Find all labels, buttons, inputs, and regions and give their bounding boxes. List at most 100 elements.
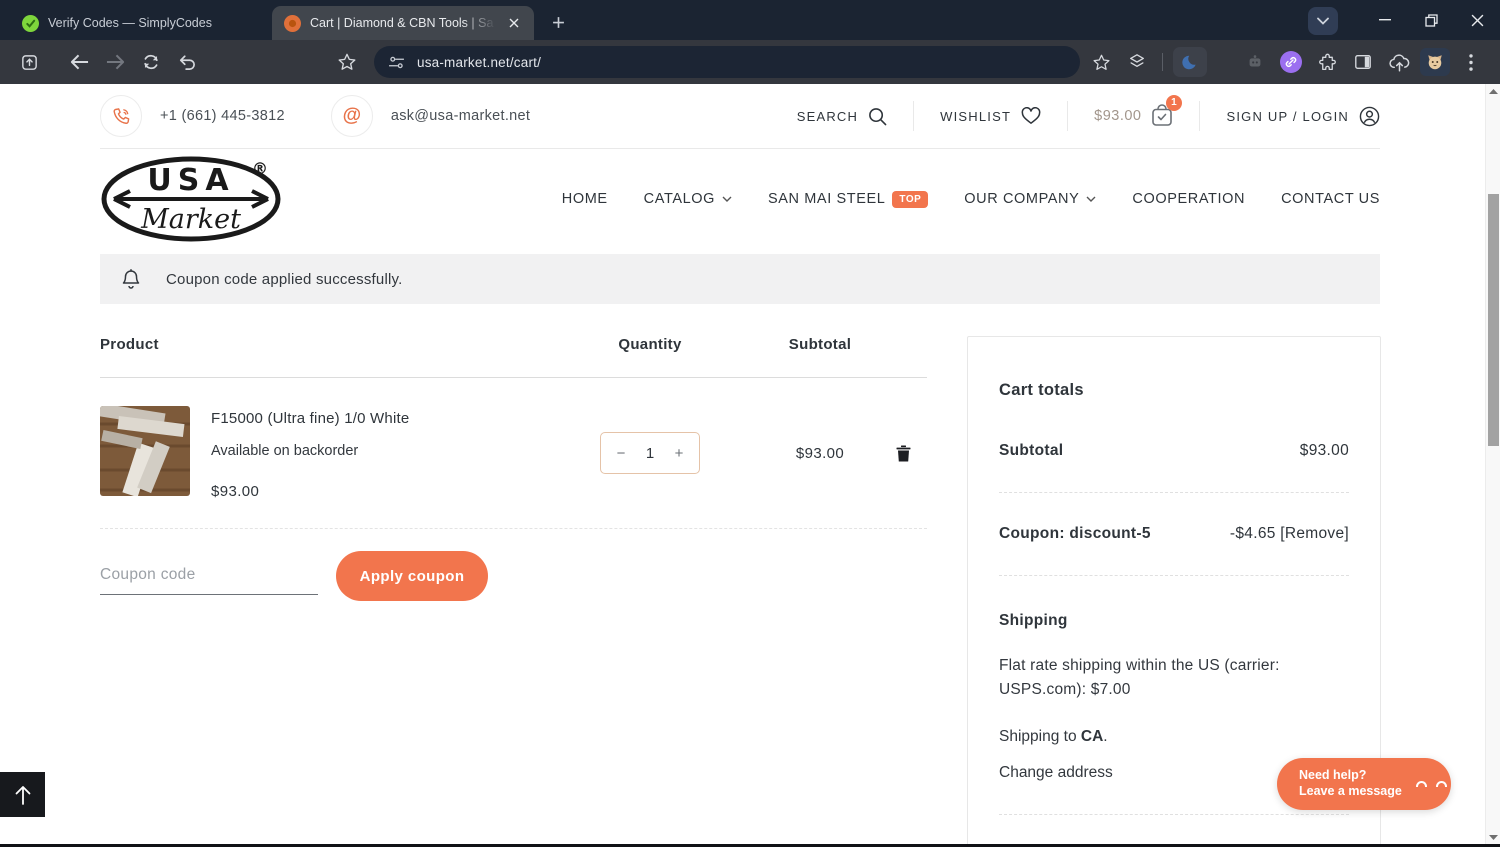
link-extension-icon[interactable] — [1276, 47, 1306, 77]
minicart-button[interactable]: $93.00 1 — [1068, 94, 1199, 130]
cloud-upload-icon[interactable] — [1384, 47, 1414, 77]
nav-cooperation[interactable]: COOPERATION — [1132, 191, 1245, 207]
quantity-decrease-button[interactable]: − — [614, 445, 628, 462]
email-link[interactable]: @ ask@usa-market.net — [330, 95, 530, 137]
site-header: USA ® Market HOME CATALOG SAN MAI STEEL … — [100, 149, 1380, 249]
tab-bar: Verify Codes — SimplyCodes Cart | Diamon… — [0, 0, 1500, 40]
subtotal-row: Subtotal $93.00 — [999, 442, 1349, 493]
browser-menu-kebab-icon[interactable] — [1456, 47, 1486, 77]
reload-icon[interactable] — [136, 47, 166, 77]
forward-icon[interactable] — [100, 47, 130, 77]
coupon-label: Coupon: discount-5 — [999, 525, 1151, 542]
svg-text:®: ® — [252, 159, 268, 178]
cart-content: Product Quantity Subtotal F15000 (Ultra … — [100, 336, 1485, 844]
item-subtotal: $93.00 — [795, 444, 845, 462]
restore-button[interactable] — [1408, 3, 1454, 37]
quantity-increase-button[interactable]: + — [672, 445, 686, 462]
layers-extension-icon[interactable] — [1122, 47, 1152, 77]
url-text[interactable]: usa-market.net/cart/ — [417, 55, 541, 70]
profile-avatar[interactable] — [1420, 48, 1450, 76]
close-window-button[interactable] — [1454, 3, 1500, 37]
coupon-discount-value: -$4.65 — [1229, 525, 1276, 542]
tab-search-button[interactable] — [1308, 7, 1338, 35]
phone-icon — [100, 95, 142, 137]
browser-toolbar: usa-market.net/cart/ — [0, 40, 1500, 84]
subtotal-label: Subtotal — [999, 442, 1064, 459]
top-badge: TOP — [892, 190, 929, 208]
browser-window: Verify Codes — SimplyCodes Cart | Diamon… — [0, 0, 1500, 847]
usa-market-logo[interactable]: USA ® Market — [100, 156, 282, 242]
apply-coupon-button[interactable]: Apply coupon — [336, 551, 488, 601]
nav-contact-us[interactable]: CONTACT US — [1281, 191, 1380, 207]
product-name[interactable]: F15000 (Ultra fine) 1/0 White — [211, 410, 409, 427]
chat-line2: Leave a message — [1299, 784, 1402, 798]
address-bar[interactable]: usa-market.net/cart/ — [374, 46, 1080, 78]
scroll-to-top-button[interactable] — [0, 772, 45, 817]
nav-our-company[interactable]: OUR COMPANY — [964, 191, 1096, 207]
remove-item-button[interactable] — [880, 445, 927, 462]
user-icon — [1359, 106, 1380, 126]
nav-san-mai-steel[interactable]: SAN MAI STEEL TOP — [768, 190, 929, 208]
shipping-destination: Shipping to CA. — [999, 728, 1108, 746]
shipping-method: Flat rate shipping within the US (carrie… — [999, 657, 1280, 699]
shipping-section: Shipping Flat rate shipping within the U… — [999, 576, 1349, 782]
cart-totals-title: Cart totals — [999, 381, 1084, 399]
wishlist-label: WISHLIST — [940, 108, 1012, 124]
page-scrollbar[interactable] — [1485, 84, 1500, 844]
column-quantity: Quantity — [618, 336, 682, 353]
side-panel-icon[interactable] — [1348, 47, 1378, 77]
minimize-button[interactable] — [1362, 3, 1408, 37]
email-address[interactable]: ask@usa-market.net — [391, 108, 530, 124]
search-button[interactable]: SEARCH — [771, 107, 913, 126]
coupon-row: Coupon: discount-5 -$4.65 [Remove] — [999, 493, 1349, 576]
extensions-puzzle-icon[interactable] — [1312, 47, 1342, 77]
share-box-icon[interactable] — [14, 47, 44, 77]
quantity-value[interactable]: 1 — [646, 445, 654, 462]
product-availability: Available on backorder — [211, 443, 359, 459]
back-icon[interactable] — [64, 47, 94, 77]
undo-icon[interactable] — [172, 47, 202, 77]
totals-divider — [999, 814, 1349, 816]
toolbar-separator — [1162, 53, 1163, 71]
tab-cart[interactable]: Cart | Diamond & CBN Tools | Sa — [272, 6, 534, 40]
tab-title: Verify Codes — SimplyCodes — [48, 16, 212, 30]
column-product: Product — [100, 336, 159, 353]
bell-icon — [122, 269, 140, 289]
scrollbar-down-arrow[interactable] — [1486, 830, 1500, 844]
robot-extension-icon[interactable] — [1240, 47, 1270, 77]
scrollbar-up-arrow[interactable] — [1486, 84, 1500, 98]
nav-catalog[interactable]: CATALOG — [644, 191, 732, 207]
svg-text:Market: Market — [140, 204, 241, 235]
tab-simplycodes[interactable]: Verify Codes — SimplyCodes — [10, 6, 272, 40]
minicart-total: $93.00 — [1094, 108, 1142, 124]
wishlist-button[interactable]: WISHLIST — [914, 107, 1067, 125]
phone-number[interactable]: +1 (661) 445-3812 — [160, 108, 285, 124]
simplycodes-favicon — [22, 14, 39, 32]
dark-mode-moon-icon[interactable] — [1173, 47, 1207, 77]
column-subtotal: Subtotal — [788, 336, 852, 353]
scrollbar-thumb[interactable] — [1488, 194, 1499, 446]
quantity-stepper[interactable]: − 1 + — [600, 432, 700, 474]
remove-coupon-link[interactable]: [Remove] — [1280, 525, 1349, 542]
chat-widget[interactable]: Need help? Leave a message — [1277, 758, 1451, 810]
cart-site-favicon — [284, 14, 301, 32]
coupon-code-input[interactable] — [100, 557, 318, 595]
tab-close-icon[interactable] — [505, 15, 522, 32]
new-tab-button[interactable] — [544, 8, 572, 36]
heart-icon — [1021, 107, 1041, 124]
product-thumbnail[interactable] — [100, 406, 190, 496]
coupon-form: Apply coupon — [100, 551, 927, 601]
cart-item-row: F15000 (Ultra fine) 1/0 White Available … — [100, 378, 927, 529]
signup-login-button[interactable]: SIGN UP / LOGIN — [1200, 106, 1380, 127]
shipping-label: Shipping — [999, 612, 1068, 629]
subtotal-value: $93.00 — [1299, 442, 1349, 459]
nav-home[interactable]: HOME — [562, 191, 608, 207]
chevron-down-icon — [1086, 196, 1096, 202]
bookmark-page-star-icon[interactable] — [1086, 47, 1116, 77]
phone-link[interactable]: +1 (661) 445-3812 — [100, 95, 285, 137]
site-settings-icon — [389, 56, 404, 68]
at-icon: @ — [330, 95, 373, 137]
cart-table-header: Product Quantity Subtotal — [100, 336, 927, 378]
bookmark-star-icon[interactable] — [332, 47, 362, 77]
cart-count-badge: 1 — [1166, 94, 1183, 111]
